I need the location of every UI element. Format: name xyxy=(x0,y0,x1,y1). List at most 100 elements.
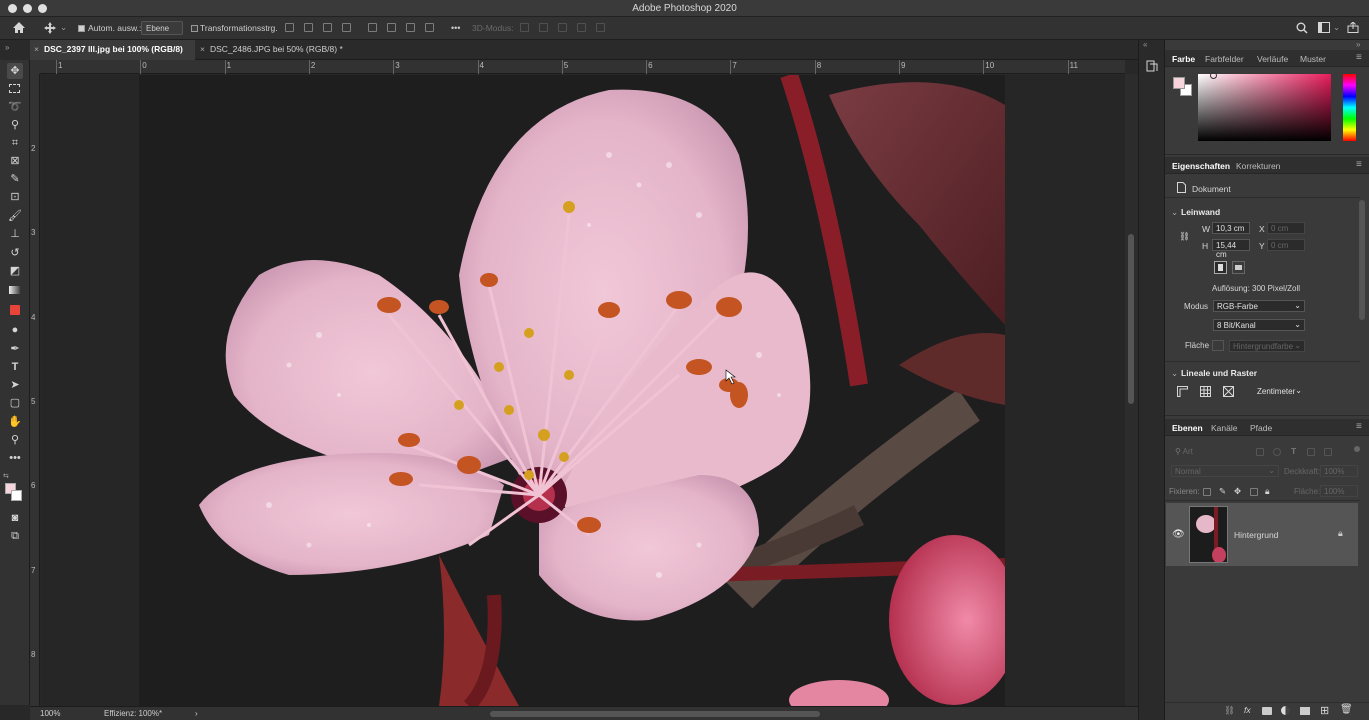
eyedropper-tool-icon[interactable]: ✎ xyxy=(7,171,23,187)
auto-select-dropdown[interactable]: Ebene xyxy=(141,21,183,35)
move-tool-icon[interactable]: ✥ xyxy=(7,63,23,79)
layer-name[interactable]: Hintergrund xyxy=(1234,530,1278,540)
align-middle-icon[interactable] xyxy=(387,23,396,32)
eraser-tool-icon[interactable]: ◩ xyxy=(7,263,23,279)
portrait-orientation-icon[interactable] xyxy=(1214,261,1227,274)
filter-smart-object-icon[interactable] xyxy=(1324,448,1332,456)
link-icon[interactable]: ⛓ xyxy=(1179,231,1190,242)
fill-opacity-field[interactable]: 100% xyxy=(1320,485,1358,497)
grid-icon[interactable] xyxy=(1200,386,1211,397)
rulers-grids-section-title[interactable]: Lineale und Raster xyxy=(1181,368,1257,378)
3d-slide-icon[interactable] xyxy=(577,23,586,32)
3d-pan-icon[interactable] xyxy=(558,23,567,32)
workspace-icon[interactable] xyxy=(1318,22,1330,33)
width-field[interactable]: 10,3 cm xyxy=(1212,222,1250,234)
vertical-scroll-thumb[interactable] xyxy=(1128,234,1134,404)
align-bottom-icon[interactable] xyxy=(406,23,415,32)
ruler-icon[interactable] xyxy=(1177,386,1188,397)
filter-type-icon[interactable]: T xyxy=(1291,446,1296,456)
zoom-tool-icon[interactable]: ⚲ xyxy=(7,432,23,448)
align-right-icon[interactable] xyxy=(323,23,332,32)
chevron-down-icon[interactable]: ⌄ xyxy=(1171,207,1178,218)
default-colors-icon[interactable]: ⇆ xyxy=(3,472,9,480)
search-icon[interactable] xyxy=(1296,22,1308,34)
tab-farbfelder[interactable]: Farbfelder xyxy=(1205,54,1244,64)
align-left-icon[interactable] xyxy=(285,23,294,32)
fill-swatch[interactable] xyxy=(1212,340,1224,351)
lock-position-icon[interactable]: ✥ xyxy=(1234,486,1241,497)
lock-artboard-icon[interactable] xyxy=(1250,488,1258,496)
filter-toggle[interactable] xyxy=(1354,446,1360,452)
share-icon[interactable] xyxy=(1347,22,1359,33)
lock-image-icon[interactable]: ✎ xyxy=(1219,486,1226,497)
status-menu-arrow[interactable]: › xyxy=(195,709,198,718)
3d-scale-icon[interactable] xyxy=(596,23,605,32)
edit-toolbar-icon[interactable]: ••• xyxy=(7,450,23,466)
delete-layer-icon[interactable]: 🗑︎ xyxy=(1340,704,1353,715)
magic-wand-tool-icon[interactable]: ⚲ xyxy=(7,117,23,133)
panel-menu-icon[interactable]: ≡ xyxy=(1356,421,1362,432)
guides-icon[interactable] xyxy=(1223,386,1234,397)
horizontal-scroll-thumb[interactable] xyxy=(490,711,820,717)
new-adjustment-icon[interactable] xyxy=(1281,706,1290,715)
background-color-swatch[interactable] xyxy=(11,490,22,501)
zoom-level[interactable]: 100% xyxy=(40,709,60,718)
chevron-down-icon[interactable]: ⌄ xyxy=(1333,22,1340,33)
bit-depth-dropdown[interactable]: 8 Bit/Kanal ⌄ xyxy=(1213,319,1305,331)
dodge-tool-icon[interactable]: ● xyxy=(7,322,23,338)
tab-ebenen[interactable]: Ebenen xyxy=(1172,423,1203,433)
layer-row[interactable]: 👁︎ Hintergrund 🔒︎ xyxy=(1166,503,1358,566)
filter-shape-icon[interactable] xyxy=(1307,448,1315,456)
home-icon[interactable] xyxy=(12,21,26,34)
chevron-down-icon[interactable]: ⌄ xyxy=(1171,368,1178,379)
filter-pixel-icon[interactable] xyxy=(1256,448,1264,456)
auto-select-checkbox[interactable] xyxy=(78,25,85,32)
clone-stamp-tool-icon[interactable]: ⊥ xyxy=(7,226,23,242)
hand-tool-icon[interactable]: ✋ xyxy=(7,414,23,430)
quick-mask-icon[interactable]: ◙ xyxy=(7,510,23,526)
tab-document-2[interactable]: × DSC_2486.JPG bei 50% (RGB/8) * xyxy=(196,40,356,60)
expand-panels-icon[interactable]: « xyxy=(1143,40,1147,49)
tab-document-1[interactable]: × DSC_2397 lll.jpg bei 100% (RGB/8) xyxy=(30,40,195,60)
layer-filter-dropdown[interactable]: ⚲ Art xyxy=(1171,445,1234,457)
type-tool-icon[interactable]: T xyxy=(7,359,23,375)
brush-tool-icon[interactable]: 🖌 xyxy=(7,208,23,224)
frame-tool-icon[interactable]: ⊠ xyxy=(7,153,23,169)
tab-verlaeufe[interactable]: Verläufe xyxy=(1257,54,1288,64)
height-field[interactable]: 15,44 cm xyxy=(1212,239,1250,259)
healing-brush-tool-icon[interactable]: ⊡ xyxy=(7,189,23,205)
x-field[interactable]: 0 cm xyxy=(1267,222,1305,234)
opacity-field[interactable]: 100% xyxy=(1320,465,1358,477)
screen-mode-icon[interactable]: ⧉ xyxy=(7,528,23,544)
filter-adjustment-icon[interactable] xyxy=(1273,448,1281,456)
color-picker-field[interactable] xyxy=(1198,72,1331,141)
crop-tool-icon[interactable]: ⌗ xyxy=(7,135,23,151)
fill-dropdown[interactable]: Hintergrundfarbe ⌄ xyxy=(1229,340,1305,352)
close-icon[interactable]: × xyxy=(34,44,39,54)
tab-muster[interactable]: Muster xyxy=(1300,54,1326,64)
landscape-orientation-icon[interactable] xyxy=(1232,261,1245,274)
history-brush-tool-icon[interactable]: ↺ xyxy=(7,245,23,261)
color-mode-dropdown[interactable]: RGB-Farbe ⌄ xyxy=(1213,300,1305,312)
rectangle-tool-icon[interactable]: ▢ xyxy=(7,395,23,411)
path-selection-tool-icon[interactable]: ➤ xyxy=(7,377,23,393)
distribute-h-icon[interactable] xyxy=(342,23,351,32)
align-top-icon[interactable] xyxy=(368,23,377,32)
close-icon[interactable]: × xyxy=(200,44,205,54)
add-mask-icon[interactable] xyxy=(1262,707,1272,715)
collapse-toolbar-icon[interactable]: » xyxy=(0,40,30,60)
hue-slider[interactable] xyxy=(1343,74,1356,141)
lock-icon[interactable]: 🔒︎ xyxy=(1338,528,1343,539)
y-field[interactable]: 0 cm xyxy=(1267,239,1305,251)
lock-all-icon[interactable]: 🔒︎ xyxy=(1265,486,1270,497)
tab-korrekturen[interactable]: Korrekturen xyxy=(1236,161,1280,171)
tab-farbe[interactable]: Farbe xyxy=(1172,54,1195,64)
document-image[interactable] xyxy=(139,75,1005,706)
fx-icon[interactable]: fx xyxy=(1244,705,1251,715)
canvas-section-title[interactable]: Leinwand xyxy=(1181,207,1220,217)
canvas-area[interactable] xyxy=(41,75,1125,706)
lock-transparent-icon[interactable] xyxy=(1203,488,1211,496)
marquee-tool-icon[interactable] xyxy=(7,81,23,97)
gradient-tool-icon[interactable] xyxy=(7,282,23,298)
more-options-icon[interactable]: ••• xyxy=(451,23,460,33)
